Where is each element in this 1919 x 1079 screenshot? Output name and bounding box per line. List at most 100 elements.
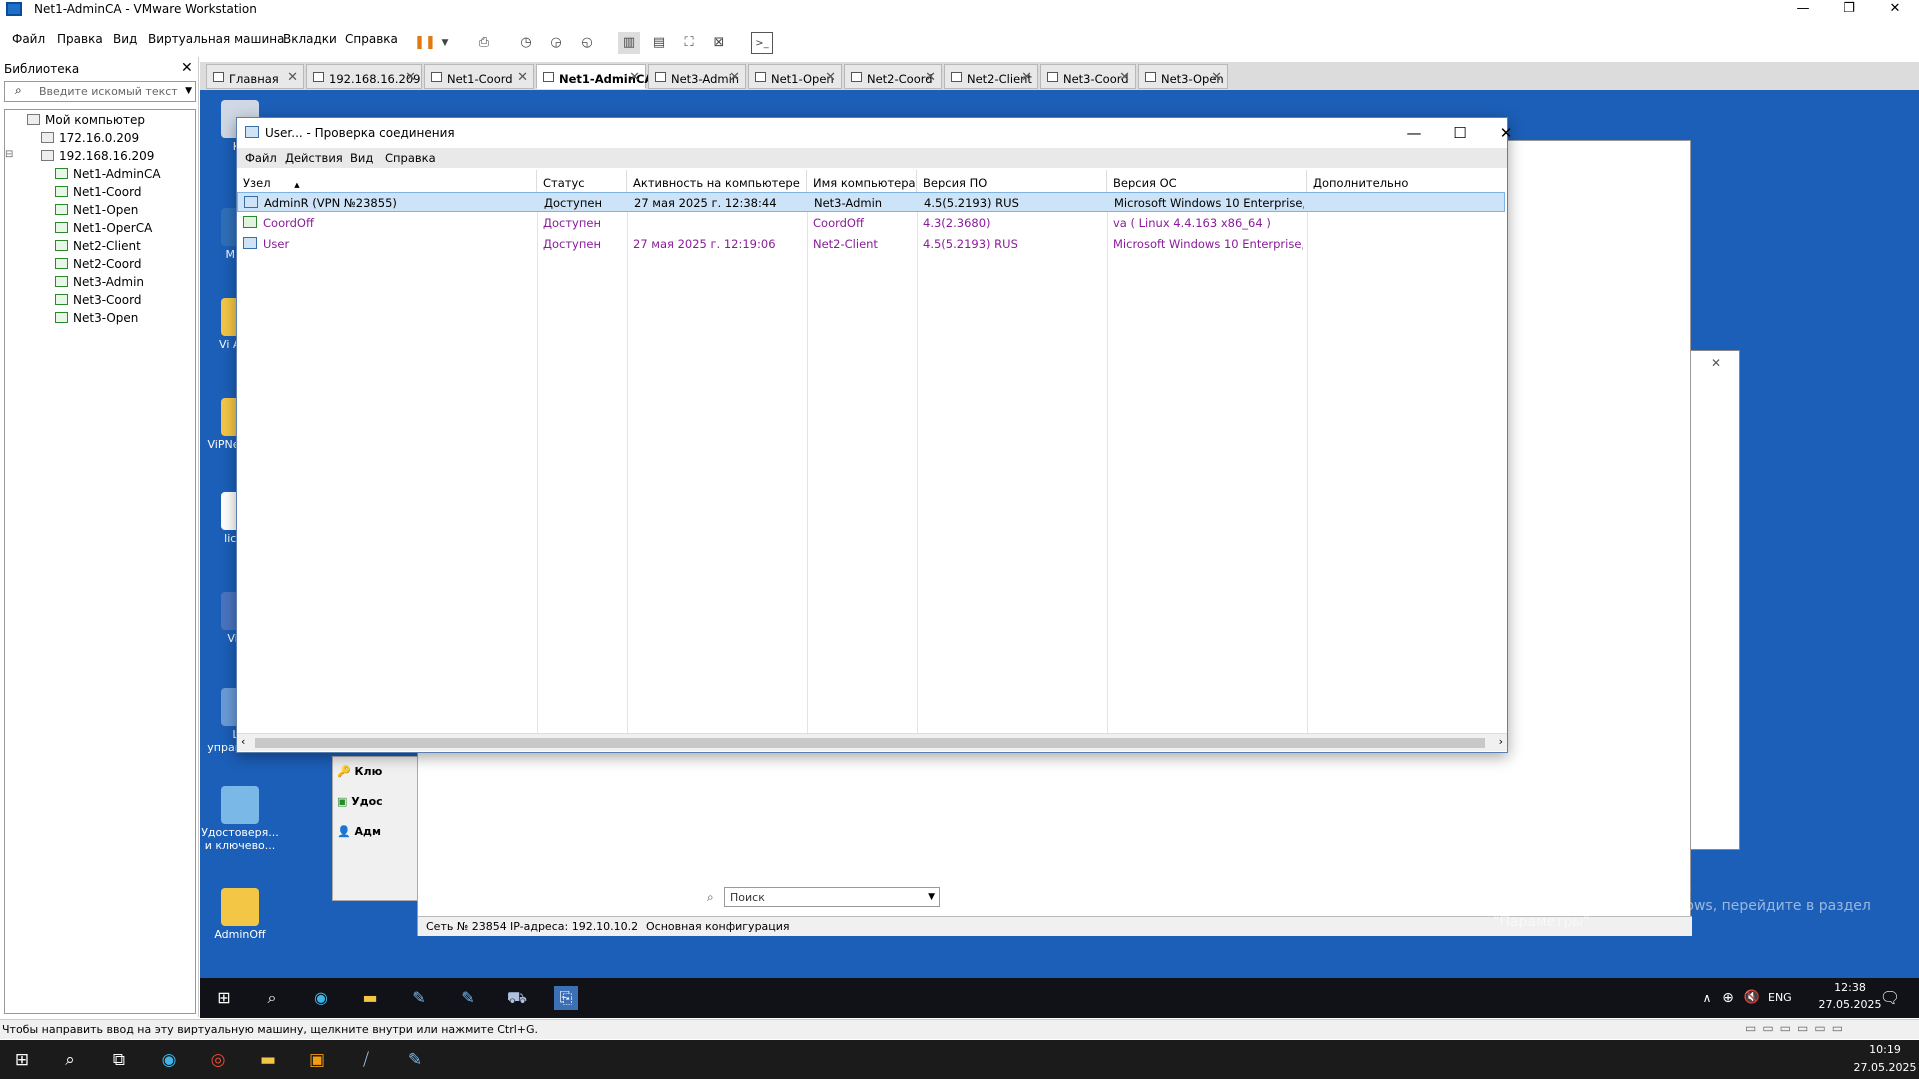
tab-vm[interactable]: Net1-AdminCA ✕ (536, 64, 653, 89)
tree-item[interactable]: Net1-Coord (55, 185, 141, 199)
desktop-icon[interactable]: AdminOff (200, 888, 280, 941)
close-icon[interactable]: ✕ (1711, 356, 1721, 370)
search-icon[interactable]: ⌕ (58, 1048, 82, 1072)
guest-clock-time[interactable]: 12:38 (1820, 981, 1880, 994)
volume-muted-icon[interactable]: 🔇 (1740, 986, 1764, 1010)
collapse-icon[interactable]: ⊟ (5, 149, 13, 160)
thumbnail-bar-icon[interactable]: ▤ (648, 32, 670, 54)
tab-vm[interactable]: Net2-Client ✕ (944, 64, 1038, 89)
column-header-activity[interactable]: Активность на компьютере (627, 170, 807, 192)
tab-close-icon[interactable]: ✕ (1021, 70, 1032, 85)
device-status-icons[interactable]: ▭▭▭▭▭▭ (1745, 1021, 1849, 1035)
chevron-down-icon[interactable]: ▼ (434, 32, 456, 54)
table-row[interactable]: User Доступен 27 мая 2025 г. 12:19:06 Net2-… (237, 234, 1505, 254)
revert-snapshot-icon[interactable]: ◶ (545, 32, 567, 54)
tab-vm[interactable]: Net2-Coord ✕ (844, 64, 942, 89)
vipnet-icon[interactable]: ✎ (403, 1048, 427, 1072)
tree-item[interactable]: 172.16.0.209 (41, 131, 139, 145)
tab-vm[interactable]: Net1-Open ✕ (748, 64, 842, 89)
table-row[interactable]: CoordOff Доступен CoordOff 4.3(2.3680) va ( … (237, 213, 1505, 233)
menu-help[interactable]: Справка (345, 32, 398, 46)
tab-vm[interactable]: Net3-Coord ✕ (1040, 64, 1136, 89)
tab-close-icon[interactable]: ✕ (729, 70, 740, 85)
host-clock-time[interactable]: 10:19 (1860, 1043, 1910, 1056)
dialog-minimize-button[interactable]: — (1394, 122, 1434, 144)
vmware-workstation-icon[interactable]: ▣ (305, 1048, 329, 1072)
dialog-menu-help[interactable]: Справка (385, 151, 436, 165)
tree-item[interactable]: Net1-Open (55, 203, 138, 217)
tree-item[interactable]: Net1-OperCA (55, 221, 152, 235)
tab-vm[interactable]: Net3-Admin ✕ (648, 64, 746, 89)
tab-close-icon[interactable]: ✕ (1119, 70, 1130, 85)
windows-start-icon[interactable]: ⊞ (212, 986, 236, 1010)
nav-item-keys[interactable]: 🔑 Клю (337, 765, 382, 778)
library-close-icon[interactable]: ✕ (181, 60, 193, 76)
windows-start-icon[interactable]: ⊞ (10, 1048, 34, 1072)
chevron-down-icon[interactable]: ▼ (928, 892, 935, 902)
tab-vm[interactable]: Главная ✕ (206, 64, 304, 89)
tab-vm[interactable]: 192.168.16.209 ✕ (306, 64, 422, 89)
tab-close-icon[interactable]: ✕ (1211, 70, 1222, 85)
tree-item[interactable]: Net3-Coord (55, 293, 141, 307)
network-manager-icon[interactable]: ⛟ (505, 986, 529, 1010)
column-header-extra[interactable]: Дополнительно (1307, 170, 1505, 192)
task-view-icon[interactable]: ⧉ (107, 1048, 131, 1072)
tree-item[interactable]: Мой компьютер (27, 113, 145, 127)
scrollbar-thumb[interactable] (255, 738, 1485, 748)
tab-close-icon[interactable]: ✕ (925, 70, 936, 85)
tab-vm[interactable]: Net1-Coord ✕ (424, 64, 534, 89)
column-header-status[interactable]: Статус (537, 170, 627, 192)
vipnet-client-icon[interactable]: ✎ (407, 986, 431, 1010)
dialog-maximize-button[interactable]: ☐ (1440, 122, 1480, 144)
nav-item-certs[interactable]: ▣ Удос (337, 795, 383, 808)
library-toggle-icon[interactable]: ▥ (618, 32, 640, 54)
fullscreen-icon[interactable]: ⛶ (678, 32, 700, 54)
column-header-version[interactable]: Версия ПО (917, 170, 1107, 192)
horizontal-scrollbar[interactable]: ‹ › (237, 733, 1507, 751)
search-input[interactable]: ⌕ Поиск ▼ (707, 887, 940, 907)
unity-icon[interactable]: ⊠ (708, 32, 730, 54)
tree-item[interactable]: Net2-Client (55, 239, 141, 253)
notification-center-icon[interactable]: 🗨 (1878, 986, 1902, 1010)
desktop-icon[interactable]: Удостоверя... и ключево... (200, 786, 280, 852)
tab-vm[interactable]: Net3-Open ✕ (1138, 64, 1228, 89)
network-globe-icon[interactable]: ⊕ (1716, 986, 1740, 1010)
tab-close-icon[interactable]: ✕ (825, 70, 836, 85)
pause-icon[interactable]: ❚❚ (414, 32, 436, 54)
restore-button[interactable]: ❐ (1826, 0, 1872, 20)
tree-item[interactable]: Net3-Admin (55, 275, 144, 289)
chevron-down-icon[interactable]: ▼ (185, 86, 192, 96)
column-header-node[interactable]: Узел ▲ (237, 170, 537, 192)
console-view-icon[interactable]: >_ (751, 32, 773, 54)
key-manager-icon[interactable]: ⎘ (554, 986, 578, 1010)
tab-close-icon[interactable]: ✕ (287, 70, 298, 85)
dialog-close-button[interactable]: ✕ (1486, 122, 1526, 144)
tab-close-icon[interactable]: ✕ (629, 70, 640, 85)
scroll-right-icon[interactable]: › (1499, 735, 1503, 748)
dialog-menu-view[interactable]: Вид (350, 151, 373, 165)
search-icon[interactable]: ⌕ (260, 986, 284, 1010)
host-clock-date[interactable]: 27.05.2025 (1852, 1061, 1918, 1074)
menu-tabs[interactable]: Вкладки (283, 32, 337, 46)
connection-check-dialog[interactable]: User... - Проверка соединения — ☐ ✕ Файл… (236, 117, 1512, 753)
column-header-os[interactable]: Версия ОС (1107, 170, 1307, 192)
send-keys-icon[interactable]: ⎙ (473, 32, 495, 54)
menu-file[interactable]: Файл (12, 32, 45, 46)
menu-vm[interactable]: Виртуальная машина (148, 32, 284, 46)
menu-view[interactable]: Вид (113, 32, 137, 46)
tree-item[interactable]: Net3-Open (55, 311, 138, 325)
snapshot-manager-icon[interactable]: ◵ (576, 32, 598, 54)
menu-edit[interactable]: Правка (57, 32, 103, 46)
chrome-icon[interactable]: ◎ (206, 1048, 230, 1072)
tree-item[interactable]: ⊟ 192.168.16.209 (5, 149, 154, 163)
app-icon[interactable]: ⧸ (354, 1048, 378, 1072)
column-header-computer[interactable]: Имя компьютера (807, 170, 917, 192)
nav-item-admin[interactable]: 👤 Адм (337, 825, 381, 838)
library-search-input[interactable]: ⌕ Введите искомый текст ▼ (4, 81, 196, 102)
minimize-button[interactable]: — (1780, 0, 1826, 20)
dialog-menu-file[interactable]: Файл (245, 151, 277, 165)
tree-item[interactable]: Net2-Coord (55, 257, 141, 271)
tree-item[interactable]: Net1-AdminCA (55, 167, 161, 181)
vipnet-admin-icon[interactable]: ✎ (456, 986, 480, 1010)
language-indicator[interactable]: ENG (1768, 991, 1792, 1004)
